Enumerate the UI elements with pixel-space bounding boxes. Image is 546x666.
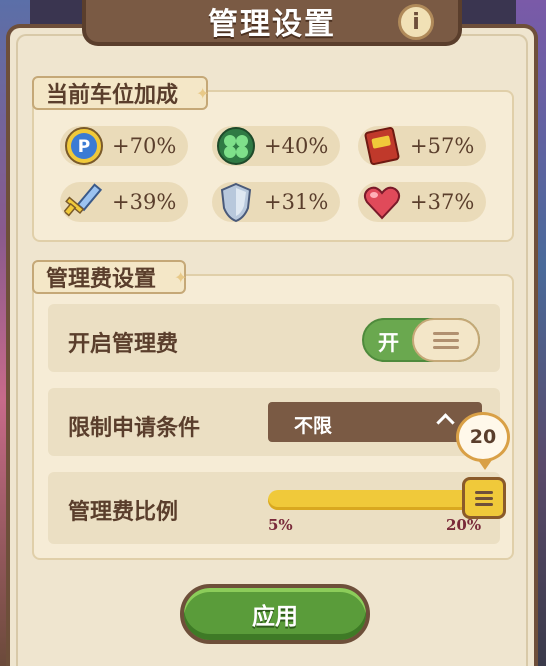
bonus-item-book: +57% <box>358 126 486 166</box>
bonus-value: +70% <box>112 134 177 158</box>
fee-ratio-max-label: 20% <box>446 516 482 534</box>
bonus-item-heart: +37% <box>358 182 486 222</box>
heart-icon <box>363 186 401 220</box>
chevron-up-icon <box>436 413 455 432</box>
grip-line <box>433 331 459 335</box>
info-icon: i <box>412 9 420 35</box>
fee-ratio-min-label: 5% <box>268 516 293 534</box>
page-title: 管理设置 <box>208 7 336 42</box>
book-icon <box>364 126 400 166</box>
enable-fee-toggle[interactable]: 开 <box>362 318 480 362</box>
fee-section-title: 管理费设置 <box>32 260 186 294</box>
clover-icon <box>217 127 255 165</box>
grip-line <box>475 502 493 506</box>
grip-line <box>433 338 459 342</box>
fee-ratio-slider-handle[interactable] <box>462 477 506 519</box>
bonus-value: +39% <box>112 190 177 214</box>
fee-ratio-slider-track[interactable] <box>268 490 488 510</box>
limit-conditions-dropdown[interactable]: 不限 <box>268 402 482 442</box>
p-coin-icon: P <box>65 127 103 165</box>
bonus-section-title: 当前车位加成 <box>32 76 208 110</box>
sparkle-icon: ✦ <box>174 268 188 287</box>
bonus-item-clover: +40% <box>212 126 340 166</box>
svg-text:P: P <box>78 137 90 157</box>
limit-conditions-label: 限制申请条件 <box>68 416 201 441</box>
info-button[interactable]: i <box>398 4 434 40</box>
bonus-item-sword: +39% <box>60 182 188 222</box>
bonus-item-p-coin: P +70% <box>60 126 188 166</box>
bonus-value: +37% <box>410 190 475 214</box>
toggle-on-label: 开 <box>378 331 399 355</box>
fee-ratio-label: 管理费比例 <box>68 500 179 525</box>
limit-conditions-value: 不限 <box>294 415 333 437</box>
bonus-item-shield: +31% <box>212 182 340 223</box>
bonus-value: +57% <box>410 134 475 158</box>
bonus-value: +40% <box>264 134 329 158</box>
toggle-knob[interactable] <box>412 318 480 362</box>
enable-fee-label: 开启管理费 <box>68 332 179 357</box>
sparkle-icon: ✦ <box>196 84 210 103</box>
bonus-value: +31% <box>264 190 329 214</box>
apply-button[interactable]: 应用 <box>180 584 370 644</box>
shield-icon <box>220 182 252 223</box>
grip-line <box>475 490 493 494</box>
grip-line <box>433 345 459 349</box>
sword-icon <box>63 183 103 217</box>
fee-ratio-value-bubble: 20 <box>456 412 510 470</box>
grip-line <box>475 496 493 500</box>
